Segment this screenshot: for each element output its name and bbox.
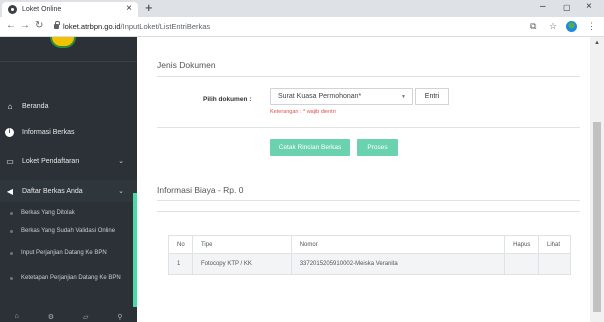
bookmark-star-icon[interactable]: ☆ xyxy=(549,21,557,32)
required-note: Keterangan : * wajib dientri xyxy=(270,109,336,115)
entri-button[interactable]: Entri xyxy=(415,88,449,105)
window-maximize-button[interactable]: ▢ xyxy=(563,3,571,12)
back-arrow-icon[interactable]: ← xyxy=(6,20,16,31)
footer-map-pin-icon[interactable]: ⚲ xyxy=(117,313,122,322)
column-header-no: No xyxy=(168,235,193,254)
caret-down-icon: ▼ xyxy=(401,93,406,100)
forward-arrow-icon[interactable]: → xyxy=(20,20,30,31)
section-divider xyxy=(157,200,580,201)
column-header-hapus: Hapus xyxy=(504,235,540,254)
sidebar-subitem-berkas-ditolak[interactable]: Berkas Yang Ditolak xyxy=(10,209,131,218)
lock-icon xyxy=(54,21,60,29)
cell-tipe: Fotocopy KTP / KK xyxy=(191,253,292,275)
sidebar-subitem-ketetapan-perjanjian[interactable]: Ketetapan Perjanjian Datang Ke BPN xyxy=(10,274,131,283)
info-icon: i xyxy=(5,127,14,137)
section-title-informasi-biaya: Informasi Biaya - Rp. 0 xyxy=(157,185,244,195)
select-value: Surat Kuasa Permohonan* xyxy=(278,93,362,100)
sidebar-item-label: Beranda xyxy=(22,102,49,110)
sidebar-item-label: Loket Pendaftaran xyxy=(22,157,80,165)
section-divider xyxy=(157,76,580,77)
browser-tab[interactable]: Loket Online × xyxy=(2,2,138,17)
sidebar-divider xyxy=(0,61,137,62)
chrome-favicon-icon xyxy=(8,5,17,14)
window-minimize-button[interactable]: – xyxy=(540,1,546,12)
browser-toolbar: ← → ↻ loket.atrbpn.go.id/InputLoket/List… xyxy=(0,17,604,37)
address-bar[interactable]: loket.atrbpn.go.id/InputLoket/ListEntriB… xyxy=(63,22,210,31)
main-content: Jenis Dokumen Pilih dokumen : Surat Kuas… xyxy=(137,37,590,322)
table-row: 1 Fotocopy KTP / KK 3372015205910002-Mei… xyxy=(168,253,571,275)
cell-nomor: 3372015205910002-Meiska Veranita xyxy=(290,253,506,275)
cell-no: 1 xyxy=(168,253,193,275)
monitor-icon: ▭ xyxy=(6,156,14,166)
sidebar-item-label: Informasi Berkas xyxy=(22,128,75,136)
tab-title: Loket Online xyxy=(22,6,62,13)
cell-lihat[interactable] xyxy=(538,253,571,275)
chevron-down-icon: ⌄ xyxy=(118,158,124,165)
sidebar: ⌂ Beranda i Informasi Berkas ▭ Loket Pen… xyxy=(0,37,137,322)
proses-button[interactable]: Proses xyxy=(357,139,398,156)
bullhorn-icon: ◀ xyxy=(6,186,14,196)
window-close-button[interactable]: × xyxy=(586,1,592,12)
scrollbar-thumb[interactable] xyxy=(593,122,601,312)
section-divider xyxy=(157,127,580,128)
menu-kebab-icon[interactable]: ⋮ xyxy=(587,21,596,32)
chevron-down-icon: ⌄ xyxy=(118,188,124,195)
billing-table: No Tipe Nomor Hapus Lihat 1 Fotocopy KTP… xyxy=(168,235,571,275)
sidebar-item-beranda[interactable]: ⌂ Beranda xyxy=(0,95,137,117)
footer-file-icon[interactable]: ▱ xyxy=(83,313,88,322)
column-header-lihat: Lihat xyxy=(538,235,571,254)
sidebar-item-daftar-berkas-anda[interactable]: ◀ Daftar Berkas Anda ⌄ xyxy=(0,180,137,202)
sidebar-item-loket-pendaftaran[interactable]: ▭ Loket Pendaftaran ⌄ xyxy=(0,150,137,172)
sidebar-item-label: Daftar Berkas Anda xyxy=(22,187,83,195)
cetak-rincian-berkas-button[interactable]: Cetak Rincian Berkas xyxy=(270,139,350,156)
translate-icon[interactable]: ⧉ xyxy=(530,21,536,32)
sidebar-subitem-berkas-validasi-online[interactable]: Berkas Yang Sudah Validasi Online xyxy=(10,227,131,236)
sidebar-item-informasi-berkas[interactable]: i Informasi Berkas xyxy=(0,121,137,143)
sidebar-subitem-input-perjanjian[interactable]: Input Perjanjian Datang Ke BPN xyxy=(10,249,131,258)
footer-home-icon[interactable]: ⌂ xyxy=(14,313,18,322)
page-scrollbar[interactable]: ▲ xyxy=(590,37,604,322)
url-path: /InputLoket/ListEntriBerkas xyxy=(120,22,211,31)
section-title-jenis-dokumen: Jenis Dokumen xyxy=(157,60,216,70)
tab-close-icon[interactable]: × xyxy=(126,3,132,14)
select-label: Pilih dokumen : xyxy=(203,96,252,103)
document-type-select[interactable]: Surat Kuasa Permohonan* ▼ xyxy=(270,88,413,105)
column-header-tipe: Tipe xyxy=(191,235,292,254)
reload-icon[interactable]: ↻ xyxy=(35,20,43,31)
new-tab-button[interactable]: + xyxy=(145,0,153,15)
table-header-row: No Tipe Nomor Hapus Lihat xyxy=(168,235,571,254)
cell-hapus[interactable] xyxy=(504,253,540,275)
column-header-nomor: Nomor xyxy=(290,235,506,254)
url-domain: loket.atrbpn.go.id xyxy=(63,22,121,31)
sidebar-footer: ⌂ ⚙ ▱ ⚲ xyxy=(0,313,137,322)
profile-avatar[interactable] xyxy=(566,21,577,32)
home-icon: ⌂ xyxy=(7,101,13,111)
bpn-logo xyxy=(50,37,76,48)
browser-tabstrip: Loket Online × + – ▢ × xyxy=(0,0,604,17)
footer-settings-icon[interactable]: ⚙ xyxy=(48,313,54,322)
scroll-up-arrow-icon[interactable]: ▲ xyxy=(594,40,600,46)
section-divider xyxy=(157,211,580,212)
